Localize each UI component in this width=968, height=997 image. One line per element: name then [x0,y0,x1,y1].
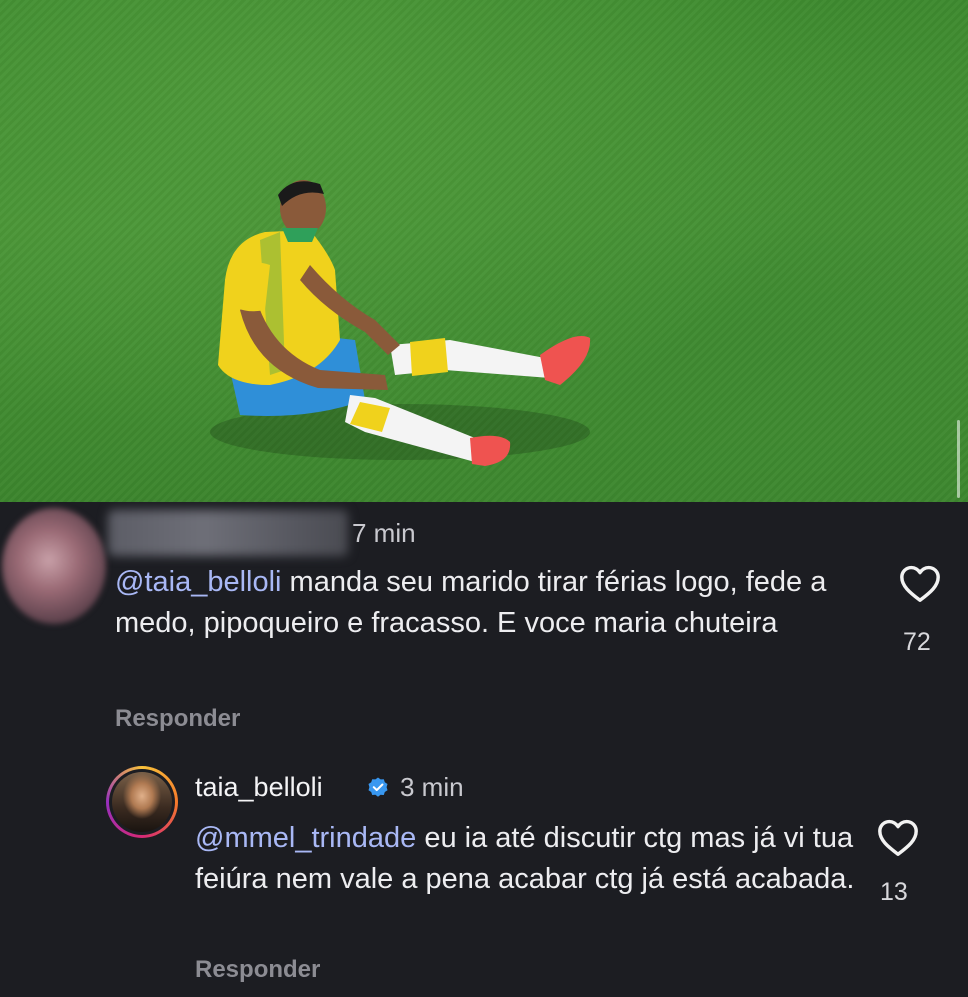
comment-time: 3 min [400,772,464,802]
mention-link[interactable]: @taia_belloli [115,566,281,598]
like-count: 72 [903,628,931,656]
commenter-avatar-blurred[interactable] [2,508,106,624]
verified-badge-icon [368,777,388,797]
commenter-username-blurred[interactable] [108,510,348,556]
comment-text: @mmel_trindade eu ia até discutir ctg ma… [195,818,855,900]
image-scrollbar[interactable] [957,420,960,498]
reply-button[interactable]: Responder [115,705,240,733]
comment-text: @taia_belloli manda seu marido tirar fér… [115,562,875,644]
player-figure [210,180,591,466]
reply-button[interactable]: Responder [195,956,320,984]
heart-icon[interactable] [898,563,942,603]
post-image[interactable] [0,0,968,502]
like-count: 13 [880,878,908,906]
mention-link[interactable]: @mmel_trindade [195,822,416,854]
comment-time: 7 min [352,518,416,548]
commenter-username[interactable]: taia_belloli [195,772,323,803]
heart-icon[interactable] [876,817,920,857]
commenter-avatar[interactable] [106,766,178,838]
